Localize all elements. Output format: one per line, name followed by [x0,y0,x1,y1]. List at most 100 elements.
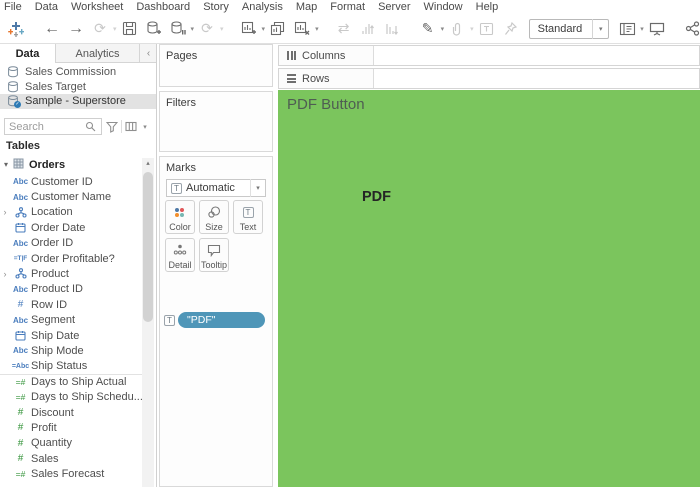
duplicate-sheet-button[interactable] [268,17,288,41]
clear-sheet-button[interactable] [292,17,312,41]
menu-file[interactable]: File [4,1,22,13]
color-button[interactable]: Color [165,200,195,234]
text-button[interactable]: T Text [233,200,263,234]
menu-window[interactable]: Window [424,1,463,13]
show-mark-labels-button[interactable] [477,17,497,41]
highlight-caret-icon[interactable]: ▾ [441,25,445,33]
field-row[interactable]: › Product [0,266,142,281]
sort-descending-button[interactable] [382,17,402,41]
tab-analytics[interactable]: Analytics [56,44,140,63]
detail-button[interactable]: Detail [165,238,195,272]
menu-worksheet[interactable]: Worksheet [71,1,123,13]
menu-format[interactable]: Format [330,1,365,13]
field-row[interactable]: =# Days to Ship Schedu... [0,389,142,404]
tab-data[interactable]: Data [0,44,56,63]
tooltip-button[interactable]: Tooltip [199,238,229,272]
field-row[interactable]: Order Date [0,220,142,235]
field-row[interactable]: =Abc Ship Status [0,359,142,374]
mark-type-value: Automatic [182,182,250,194]
columns-shelf[interactable]: Columns [278,45,700,66]
view-options-caret-icon[interactable]: ▾ [141,123,149,131]
field-row[interactable]: › Location [0,205,142,220]
expand-icon[interactable]: › [0,207,10,217]
collapse-pane-icon[interactable]: ‹ [140,44,157,62]
replay-button[interactable]: ⟳ [90,17,110,41]
menu-story[interactable]: Story [203,1,229,13]
data-pane-scrollbar[interactable]: ▴ [142,158,154,487]
new-datasource-button[interactable] [144,17,164,41]
pages-shelf[interactable]: Pages [159,44,273,87]
collapse-table-icon[interactable]: ▾ [0,160,12,169]
swap-axes-button[interactable]: ⇄ [334,17,354,41]
expand-icon[interactable]: › [0,269,10,279]
menu-help[interactable]: Help [476,1,499,13]
field-row[interactable]: Abc Customer Name [0,189,142,204]
group-members-caret-icon[interactable]: ▾ [470,25,474,33]
field-row[interactable]: Abc Ship Mode [0,343,142,358]
columns-drop-area[interactable] [374,46,699,65]
mark-type-caret-icon[interactable]: ▾ [250,179,265,197]
view-options-icon[interactable] [125,121,137,132]
replay-caret-icon[interactable]: ▾ [113,25,117,33]
field-row[interactable]: # Profit [0,420,142,435]
presentation-mode-button[interactable] [647,17,667,41]
datasource-item[interactable]: Sales Target [0,80,157,95]
mark-type-dropdown[interactable]: T Automatic ▾ [166,179,266,197]
rows-drop-area[interactable] [374,69,699,88]
search-input[interactable] [5,121,85,133]
fix-axes-button[interactable] [501,17,521,41]
field-row[interactable]: # Sales [0,451,142,466]
datasource-item[interactable]: Sales Commission [0,65,157,80]
tableau-logo-icon[interactable] [6,17,26,41]
pdf-text-pill[interactable]: "PDF" [178,312,265,328]
share-button[interactable] [683,17,700,41]
rows-shelf[interactable]: Rows [278,68,700,89]
refresh-caret-icon[interactable]: ▾ [220,25,224,33]
abc-icon: Abc [10,239,31,248]
field-row[interactable]: # Quantity [0,436,142,451]
fit-selector[interactable]: Standard ▾ [529,19,610,39]
highlight-button[interactable]: ✎ [418,17,438,41]
refresh-button[interactable]: ⟳ [197,17,217,41]
redo-button[interactable]: → [66,17,86,41]
new-worksheet-caret-icon[interactable]: ▾ [262,25,266,33]
new-worksheet-button[interactable] [239,17,259,41]
fit-selector-caret-icon[interactable]: ▾ [592,19,608,39]
pause-updates-button[interactable] [168,17,188,41]
scrollbar-thumb[interactable] [143,172,153,322]
show-hide-cards-caret-icon[interactable]: ▾ [640,25,644,33]
scroll-up-icon[interactable]: ▴ [142,158,154,170]
menu-map[interactable]: Map [296,1,317,13]
group-members-button[interactable] [447,17,467,41]
sheet-title[interactable]: PDF Button [287,96,365,113]
pdf-text-mark[interactable]: PDF [362,189,391,205]
datasource-item-selected[interactable]: ✓ Sample - Superstore [0,94,157,109]
field-row[interactable]: Abc Order ID [0,236,142,251]
field-row[interactable]: =# Sales Forecast [0,466,142,481]
field-list: Abc Customer ID Abc Customer Name › Loca… [0,174,142,482]
table-orders-row[interactable]: ▾ Orders [0,157,142,172]
clear-sheet-caret-icon[interactable]: ▾ [315,25,319,33]
field-row[interactable]: Ship Date [0,328,142,343]
menu-analysis[interactable]: Analysis [242,1,283,13]
field-row[interactable]: =# Days to Ship Actual [0,374,142,389]
menu-server[interactable]: Server [378,1,410,13]
menu-dashboard[interactable]: Dashboard [136,1,190,13]
filter-fields-icon[interactable] [106,121,118,133]
field-row[interactable]: Abc Product ID [0,282,142,297]
pause-updates-caret-icon[interactable]: ▾ [191,25,195,33]
show-hide-cards-button[interactable] [617,17,637,41]
field-row[interactable]: =T|F Order Profitable? [0,251,142,266]
save-button[interactable] [120,17,140,41]
field-row[interactable]: Abc Customer ID [0,174,142,189]
menu-data[interactable]: Data [35,1,58,13]
field-row[interactable]: # Row ID [0,297,142,312]
search-box[interactable] [4,118,102,135]
filters-shelf[interactable]: Filters [159,91,273,152]
undo-button[interactable]: ← [42,17,62,41]
field-row[interactable]: # Discount [0,405,142,420]
size-button[interactable]: Size [199,200,229,234]
sort-ascending-button[interactable] [358,17,378,41]
search-icon[interactable] [85,121,96,132]
field-row[interactable]: Abc Segment [0,313,142,328]
